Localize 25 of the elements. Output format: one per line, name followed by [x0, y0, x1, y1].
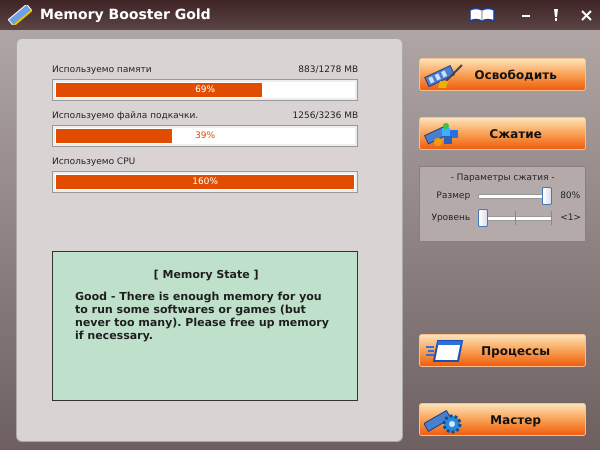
percent-text: 39%	[194, 130, 216, 143]
state-text: Good - There is enough memory for you to run some softwares or games (but never too many). Please free up memory if necessary.	[75, 290, 330, 342]
slider[interactable]	[478, 187, 552, 205]
meter-label: Используемо памяти	[52, 65, 152, 75]
slider[interactable]	[478, 209, 552, 227]
slider-reading: <1>	[560, 213, 581, 223]
slider-reading: 80%	[560, 191, 580, 201]
book-icon[interactable]	[469, 7, 495, 23]
percent-text: 160%	[191, 176, 219, 189]
close-icon[interactable]	[581, 10, 592, 20]
action-button[interactable]: Освободить	[419, 58, 586, 91]
action-button[interactable]: Процессы	[419, 334, 586, 367]
slider-label: Уровень	[430, 213, 470, 223]
meter-label: Используемо файла подкачки.	[52, 111, 198, 121]
window-title: Memory Booster Gold	[40, 7, 212, 23]
pin-icon[interactable]	[553, 9, 559, 21]
meter-reading: 1256/3236 MB	[292, 111, 358, 121]
slider-label: Размер	[435, 191, 470, 201]
percent-text: 69%	[194, 84, 216, 97]
action-button[interactable]: Сжатие	[419, 117, 586, 150]
meter-label: Используемо CPU	[52, 157, 136, 167]
action-button[interactable]: Мастер	[419, 403, 586, 436]
meter-reading: 883/1278 MB	[298, 65, 358, 75]
state-title: [ Memory State ]	[152, 268, 260, 281]
panel-title: - Параметры сжатия -	[450, 173, 556, 183]
